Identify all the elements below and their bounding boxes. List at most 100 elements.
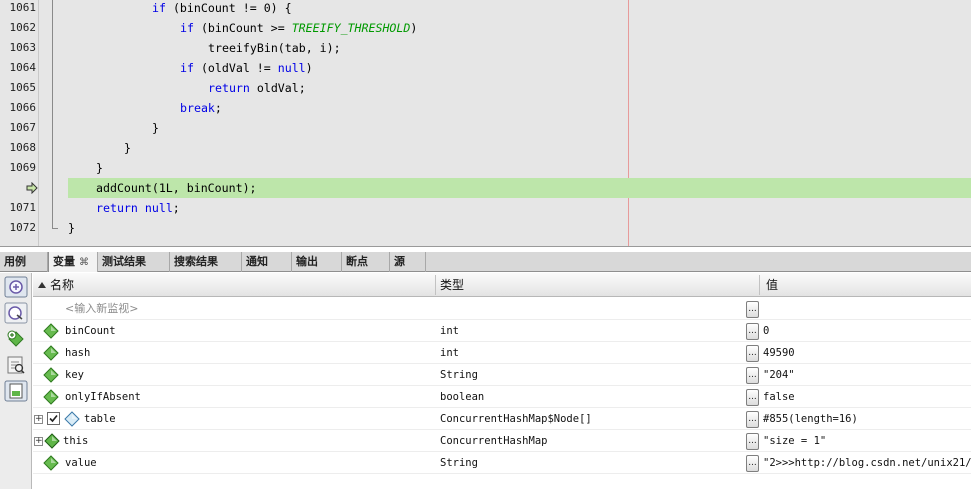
code-text[interactable]: } bbox=[68, 218, 75, 238]
code-line[interactable]: 1061 if (binCount != 0) { bbox=[0, 0, 971, 18]
tab-label: 测试结果 bbox=[102, 255, 146, 268]
variable-value[interactable]: false bbox=[763, 386, 795, 408]
code-text[interactable]: } bbox=[152, 118, 159, 138]
code-line[interactable]: 1066 break; bbox=[0, 98, 971, 118]
edit-value-button[interactable]: ... bbox=[746, 389, 759, 406]
variable-type: String bbox=[440, 457, 478, 469]
edit-value-button[interactable]: ... bbox=[746, 345, 759, 362]
code-text[interactable]: if (binCount != 0) { bbox=[152, 0, 292, 18]
add-watch-icon[interactable] bbox=[4, 328, 28, 350]
tab-variables[interactable]: 变量 ⌘ bbox=[48, 252, 98, 272]
code-token: } bbox=[124, 141, 131, 155]
code-line[interactable]: 1069} bbox=[0, 158, 971, 178]
constant-token: TREEIFY_THRESHOLD bbox=[291, 21, 411, 35]
tab-test-results[interactable]: 测试结果 bbox=[98, 252, 170, 272]
variable-type: int bbox=[440, 325, 459, 337]
tab-sources[interactable]: 源 bbox=[390, 252, 426, 272]
variable-row[interactable]: value String... "2>>>http://blog.csdn.net/… bbox=[33, 452, 971, 474]
edit-value-button[interactable]: ... bbox=[746, 455, 759, 472]
column-header-value[interactable]: 值 bbox=[766, 273, 778, 297]
show-inherited-icon[interactable] bbox=[4, 302, 28, 324]
variable-value[interactable]: "204" bbox=[763, 364, 795, 386]
debugger-toolbar bbox=[0, 273, 32, 489]
variable-row[interactable]: key String... "204" bbox=[33, 364, 971, 386]
code-line[interactable]: 1072} bbox=[0, 218, 971, 238]
keyword-token: if bbox=[180, 61, 194, 75]
code-token: ; bbox=[214, 101, 222, 115]
field-icon bbox=[43, 345, 59, 361]
line-number: 1064 bbox=[9, 61, 37, 74]
expand-toggle-icon[interactable]: + bbox=[34, 415, 43, 424]
variable-value[interactable]: "2>>>http://blog.csdn.net/unix21/" bbox=[763, 452, 971, 474]
new-watch-row[interactable]: <输入新监视> ... bbox=[33, 298, 971, 320]
field-icon bbox=[43, 367, 59, 383]
code-line[interactable]: 1067} bbox=[0, 118, 971, 138]
tab-usages[interactable]: 用例 bbox=[0, 252, 48, 272]
variable-row[interactable]: + this ConcurrentHashMap... "size = 1" bbox=[33, 430, 971, 452]
variable-value[interactable]: "size = 1" bbox=[763, 430, 826, 452]
column-header-name[interactable]: 名称 bbox=[50, 273, 74, 297]
tab-search-results[interactable]: 搜索结果 bbox=[170, 252, 242, 272]
edit-value-button[interactable]: ... bbox=[746, 301, 759, 318]
keyword-token: if bbox=[152, 1, 166, 15]
line-number: 1063 bbox=[9, 41, 37, 54]
code-text[interactable]: } bbox=[124, 138, 131, 158]
code-line[interactable]: 1062 if (binCount >= TREEIFY_THRESHOLD) bbox=[0, 18, 971, 38]
code-line[interactable]: 1064 if (oldVal != null) bbox=[0, 58, 971, 78]
code-text[interactable]: addCount(1L, binCount); bbox=[96, 178, 257, 198]
close-tab-icon[interactable]: ⌘ bbox=[79, 257, 89, 268]
evaluate-expression-icon[interactable] bbox=[4, 354, 28, 376]
line-number: 1069 bbox=[9, 161, 37, 174]
variable-row[interactable]: + table ConcurrentHashMap$Node[]... #855(le… bbox=[33, 408, 971, 430]
current-line[interactable]: addCount(1L, binCount); bbox=[0, 178, 971, 198]
variable-row[interactable]: onlyIfAbsent boolean... false bbox=[33, 386, 971, 408]
code-token: (binCount != 0) { bbox=[165, 1, 292, 15]
variable-value[interactable]: #855(length=16) bbox=[763, 408, 858, 430]
code-line[interactable]: 1071 return null; bbox=[0, 198, 971, 218]
variable-name: key bbox=[65, 369, 84, 381]
code-text[interactable]: if (binCount >= TREEIFY_THRESHOLD) bbox=[180, 18, 417, 38]
column-header-type[interactable]: 类型 bbox=[440, 273, 464, 297]
code-token: (oldVal != bbox=[193, 61, 278, 75]
tab-breakpoints[interactable]: 断点 bbox=[342, 252, 390, 272]
column-divider[interactable] bbox=[435, 275, 436, 295]
variable-name: binCount bbox=[65, 325, 116, 337]
code-line[interactable]: 1068} bbox=[0, 138, 971, 158]
code-text[interactable]: return null; bbox=[96, 198, 180, 218]
variables-view-icon[interactable] bbox=[4, 380, 28, 402]
keyword-token: null bbox=[277, 61, 306, 75]
new-watch-input[interactable]: <输入新监视> bbox=[65, 298, 138, 320]
tab-label: 用例 bbox=[4, 255, 26, 268]
sort-ascending-icon[interactable] bbox=[38, 282, 46, 288]
code-text[interactable]: return oldVal; bbox=[208, 78, 306, 98]
code-line[interactable]: 1063 treeifyBin(tab, i); bbox=[0, 38, 971, 58]
code-text[interactable]: } bbox=[96, 158, 103, 178]
tab-notifications[interactable]: 通知 bbox=[242, 252, 292, 272]
edit-value-button[interactable]: ... bbox=[746, 323, 759, 340]
code-text[interactable]: if (oldVal != null) bbox=[180, 58, 313, 78]
variable-row[interactable]: binCount int... 0 bbox=[33, 320, 971, 342]
column-divider[interactable] bbox=[759, 275, 760, 295]
code-line[interactable]: 1065 return oldVal; bbox=[0, 78, 971, 98]
expand-toggle-icon[interactable]: + bbox=[34, 437, 43, 446]
edit-value-button[interactable]: ... bbox=[746, 433, 759, 450]
edit-value-button[interactable]: ... bbox=[746, 411, 759, 428]
field-icon bbox=[43, 455, 59, 471]
edit-value-button[interactable]: ... bbox=[746, 367, 759, 384]
variable-name: this bbox=[63, 435, 89, 447]
variable-row[interactable]: hash int... 49590 bbox=[33, 342, 971, 364]
variable-value[interactable]: 0 bbox=[763, 320, 769, 342]
code-text[interactable]: break; bbox=[180, 98, 222, 118]
variable-value[interactable]: 49590 bbox=[763, 342, 795, 364]
tab-output[interactable]: 输出 bbox=[292, 252, 342, 272]
keyword-token: return bbox=[96, 201, 138, 215]
array-icon bbox=[64, 411, 80, 427]
code-text[interactable]: treeifyBin(tab, i); bbox=[208, 38, 341, 58]
table-header: 名称 类型 值 bbox=[33, 273, 971, 297]
watch-checkbox[interactable] bbox=[47, 412, 60, 425]
variable-type: ConcurrentHashMap bbox=[440, 435, 548, 447]
code-editor[interactable]: 1061 if (binCount != 0) { 1062 if (binCount… bbox=[0, 0, 971, 247]
show-static-icon[interactable] bbox=[4, 276, 28, 298]
line-number: 1062 bbox=[9, 21, 37, 34]
